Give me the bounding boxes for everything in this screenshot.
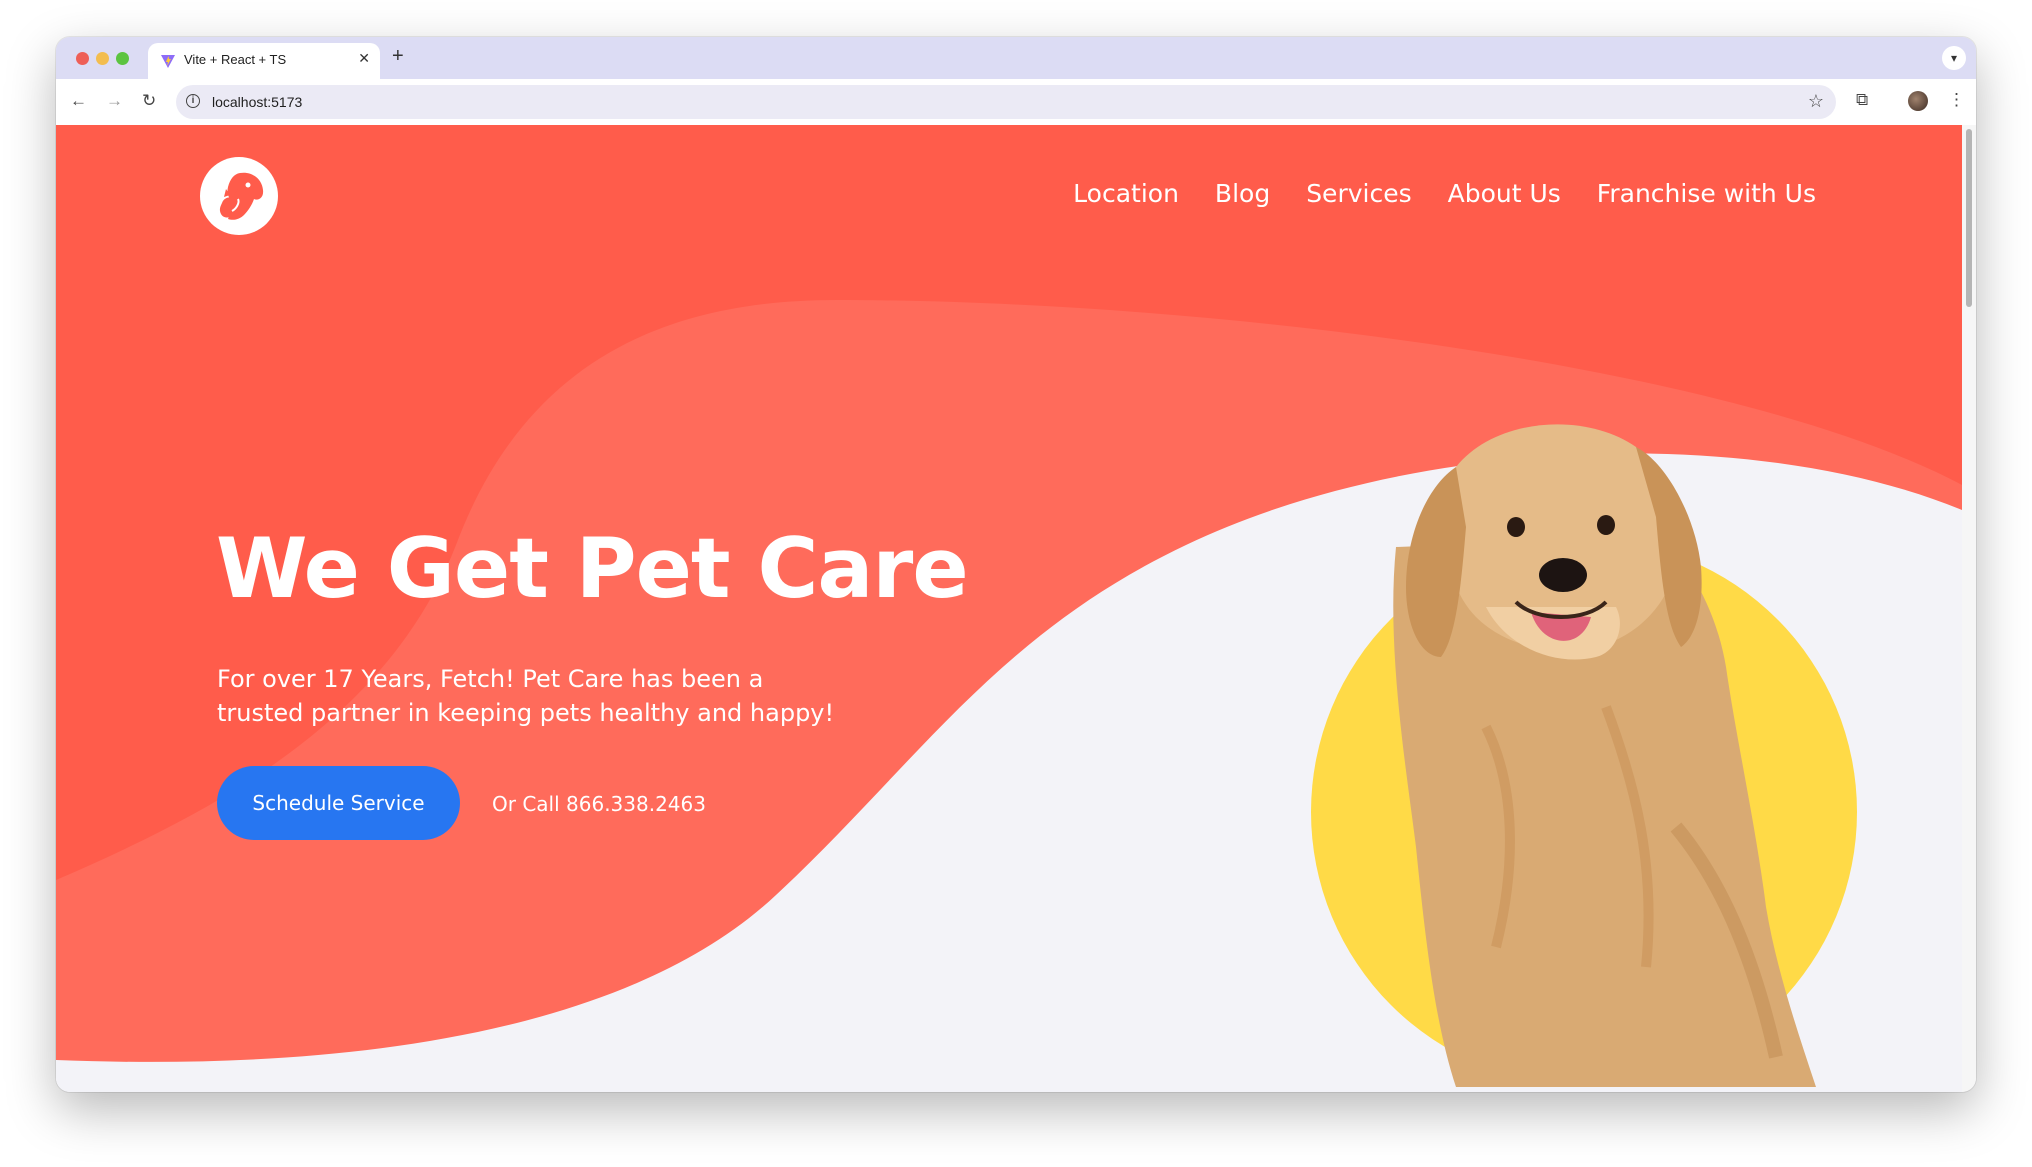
star-icon[interactable]: ☆ xyxy=(1808,91,1824,112)
vite-favicon-icon xyxy=(161,55,175,68)
tab-close-icon[interactable]: ✕ xyxy=(358,50,370,67)
new-tab-button[interactable]: + xyxy=(392,45,404,68)
tab-strip: Vite + React + TS ✕ + ▾ xyxy=(56,37,1976,79)
maximize-window-button[interactable] xyxy=(116,52,129,65)
puzzle-icon[interactable]: ⧉ xyxy=(1856,90,1868,110)
scrollbar-thumb[interactable] xyxy=(1966,129,1972,307)
minimize-window-button[interactable] xyxy=(96,52,109,65)
reload-icon[interactable]: ↻ xyxy=(142,91,156,111)
nav-franchise[interactable]: Franchise with Us xyxy=(1597,179,1816,208)
nav-services[interactable]: Services xyxy=(1306,179,1411,208)
dog-and-cat-logo-icon[interactable] xyxy=(200,157,278,235)
arrow-left-icon[interactable]: ← xyxy=(70,91,87,111)
browser-window: Vite + React + TS ✕ + ▾ ← → ↻ i localhos… xyxy=(56,37,1976,1092)
nav-blog[interactable]: Blog xyxy=(1215,179,1270,208)
page-content: Location Blog Services About Us Franchis… xyxy=(56,125,1962,1092)
tab-title: Vite + React + TS xyxy=(184,52,287,67)
call-phone-text[interactable]: Or Call 866.338.2463 xyxy=(492,792,706,816)
arrow-right-icon[interactable]: → xyxy=(106,91,123,111)
golden-retriever-photo xyxy=(1311,424,1857,1087)
nav-location[interactable]: Location xyxy=(1073,179,1179,208)
page-scrollbar[interactable] xyxy=(1962,125,1976,1092)
browser-toolbar: ← → ↻ i localhost:5173 ☆ ⧉ ⋮ xyxy=(56,79,1976,125)
nav-about-us[interactable]: About Us xyxy=(1448,179,1561,208)
schedule-service-button[interactable]: Schedule Service xyxy=(217,766,460,840)
address-bar[interactable]: i localhost:5173 ☆ xyxy=(176,85,1836,119)
hero-subtitle: For over 17 Years, Fetch! Pet Care has b… xyxy=(217,665,835,727)
chevron-down-icon[interactable]: ▾ xyxy=(1942,46,1966,70)
main-nav: Location Blog Services About Us Franchis… xyxy=(1073,179,1816,208)
hero-title: We Get Pet Care xyxy=(216,520,969,617)
site-info-icon[interactable]: i xyxy=(186,94,200,108)
close-window-button[interactable] xyxy=(76,52,89,65)
profile-avatar[interactable] xyxy=(1908,91,1928,111)
kebab-menu-icon[interactable]: ⋮ xyxy=(1948,90,1965,110)
url-text[interactable]: localhost:5173 xyxy=(212,94,302,110)
browser-tab[interactable]: Vite + React + TS ✕ xyxy=(148,43,380,79)
